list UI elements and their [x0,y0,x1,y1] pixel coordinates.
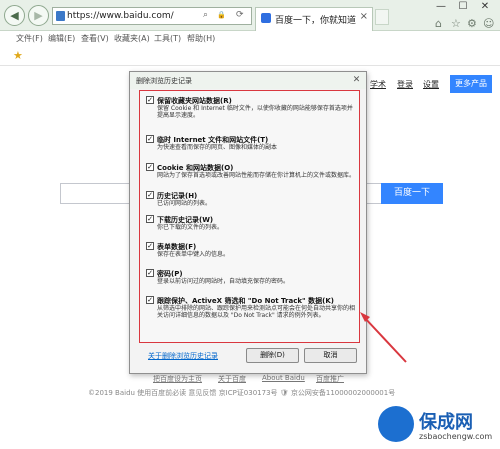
new-tab-button[interactable] [375,9,389,25]
option-desc: 保留 Cookie 和 Internet 临时文件，以使你收藏的网站能够保存首选… [157,105,353,119]
footer-link-promotion[interactable]: 百度推广 [316,374,344,384]
page-icon [56,11,65,21]
dialog-close-button[interactable]: ✕ [350,74,363,86]
tab-title: 百度一下，你就知道 [275,16,357,26]
forward-button[interactable]: ▶ [28,5,49,26]
option-desc: 已访问网站的列表。 [157,200,212,207]
checkbox-preserve-favorites[interactable]: ✓ [146,96,154,104]
option-desc: 登录以前访问过的网站时，自动填充保存的密码。 [157,278,290,285]
address-bar[interactable]: https://www.baidu.com/ ⌕ 🔒 ⟳ [52,7,252,25]
footer-link-homepage[interactable]: 把百度设为主页 [153,374,202,384]
checkbox-download-history[interactable]: ✓ [146,215,154,223]
search-icon[interactable]: ⌕ [203,10,208,20]
checkbox-history[interactable]: ✓ [146,191,154,199]
smiley-icon[interactable]: ☺ [483,17,494,30]
address-text: https://www.baidu.com/ [67,11,174,21]
watermark-url: zsbaochengw.com [419,432,493,441]
options-box: ✓ 保留收藏夹网站数据(R) 保留 Cookie 和 Internet 临时文件… [139,90,360,343]
footer-copyright: ©2019 Baidu 使用百度前必读 意见反馈 京ICP证030173号 🛡 … [88,389,396,397]
search-button[interactable]: 百度一下 [381,183,443,204]
option-desc: 你已下载的文件的列表。 [157,224,224,231]
checkbox-passwords[interactable]: ✓ [146,269,154,277]
checkbox-temp-files[interactable]: ✓ [146,135,154,143]
option-desc: 保存在表单中键入的信息。 [157,251,230,258]
baidu-favicon-icon [261,13,271,23]
delete-button[interactable]: 删除(D) [246,348,299,363]
dialog-titlebar[interactable]: 删除浏览历史记录 ✕ [130,72,366,89]
cancel-button[interactable]: 取消 [304,348,357,363]
minimize-button[interactable]: — [430,0,452,16]
option-desc: 网站为了保存首选项或改善网站性能而存储在你计算机上的文件或数据库。 [157,172,356,179]
tab-close-icon[interactable]: × [360,11,368,22]
tab-baidu[interactable]: 百度一下，你就知道 × [255,7,373,31]
settings-icon[interactable]: ⚙ [467,17,477,30]
menu-file[interactable]: 文件(F) [16,33,43,44]
checkbox-tracking-protection[interactable]: ✓ [146,296,154,304]
option-desc: 从筛选中排除的网站、跟踪保护用来检测站点可能会在何处自动共享你的相关访问详细信息… [157,305,356,319]
link-login[interactable]: 登录 [397,79,413,90]
checkbox-form-data[interactable]: ✓ [146,242,154,250]
footer-link-about[interactable]: 关于百度 [218,374,246,384]
favorites-icon[interactable]: ☆ [451,17,461,30]
favorites-bar: ★ [0,46,500,66]
link-settings[interactable]: 设置 [423,79,439,90]
menu-view[interactable]: 查看(V) [81,33,109,44]
watermark-title: 保成网 [419,412,473,433]
maximize-button[interactable]: ☐ [452,0,474,16]
menu-bar: 文件(F) 编辑(E) 查看(V) 收藏夹(A) 工具(T) 帮助(H) [0,31,500,46]
option-desc: 为快速查看而保存的网页、图像和媒体的副本 [157,144,278,151]
checkbox-cookies[interactable]: ✓ [146,163,154,171]
refresh-icon[interactable]: ⟳ [236,10,244,20]
more-products-button[interactable]: 更多产品 [450,75,492,93]
watermark-logo-icon [378,406,414,442]
menu-favorites[interactable]: 收藏夹(A) [114,33,150,44]
lock-icon[interactable]: 🔒 [217,11,226,19]
menu-edit[interactable]: 编辑(E) [48,33,75,44]
menu-tools[interactable]: 工具(T) [154,33,181,44]
back-button[interactable]: ◀ [4,5,25,26]
delete-history-dialog: 删除浏览历史记录 ✕ ✓ 保留收藏夹网站数据(R) 保留 Cookie 和 In… [129,71,367,374]
add-favorite-icon[interactable]: ★ [13,49,23,62]
about-delete-history-link[interactable]: 关于删除浏览历史记录 [148,351,218,361]
browser-titlebar: ◀ ▶ https://www.baidu.com/ ⌕ 🔒 ⟳ 百度一下，你就… [0,0,500,31]
home-icon[interactable]: ⌂ [435,17,442,30]
dialog-title: 删除浏览历史记录 [136,77,192,85]
menu-help[interactable]: 帮助(H) [187,33,215,44]
footer-link-about-en[interactable]: About Baidu [262,374,305,382]
link-xueshu[interactable]: 学术 [370,79,386,90]
close-window-button[interactable]: ✕ [474,0,496,16]
